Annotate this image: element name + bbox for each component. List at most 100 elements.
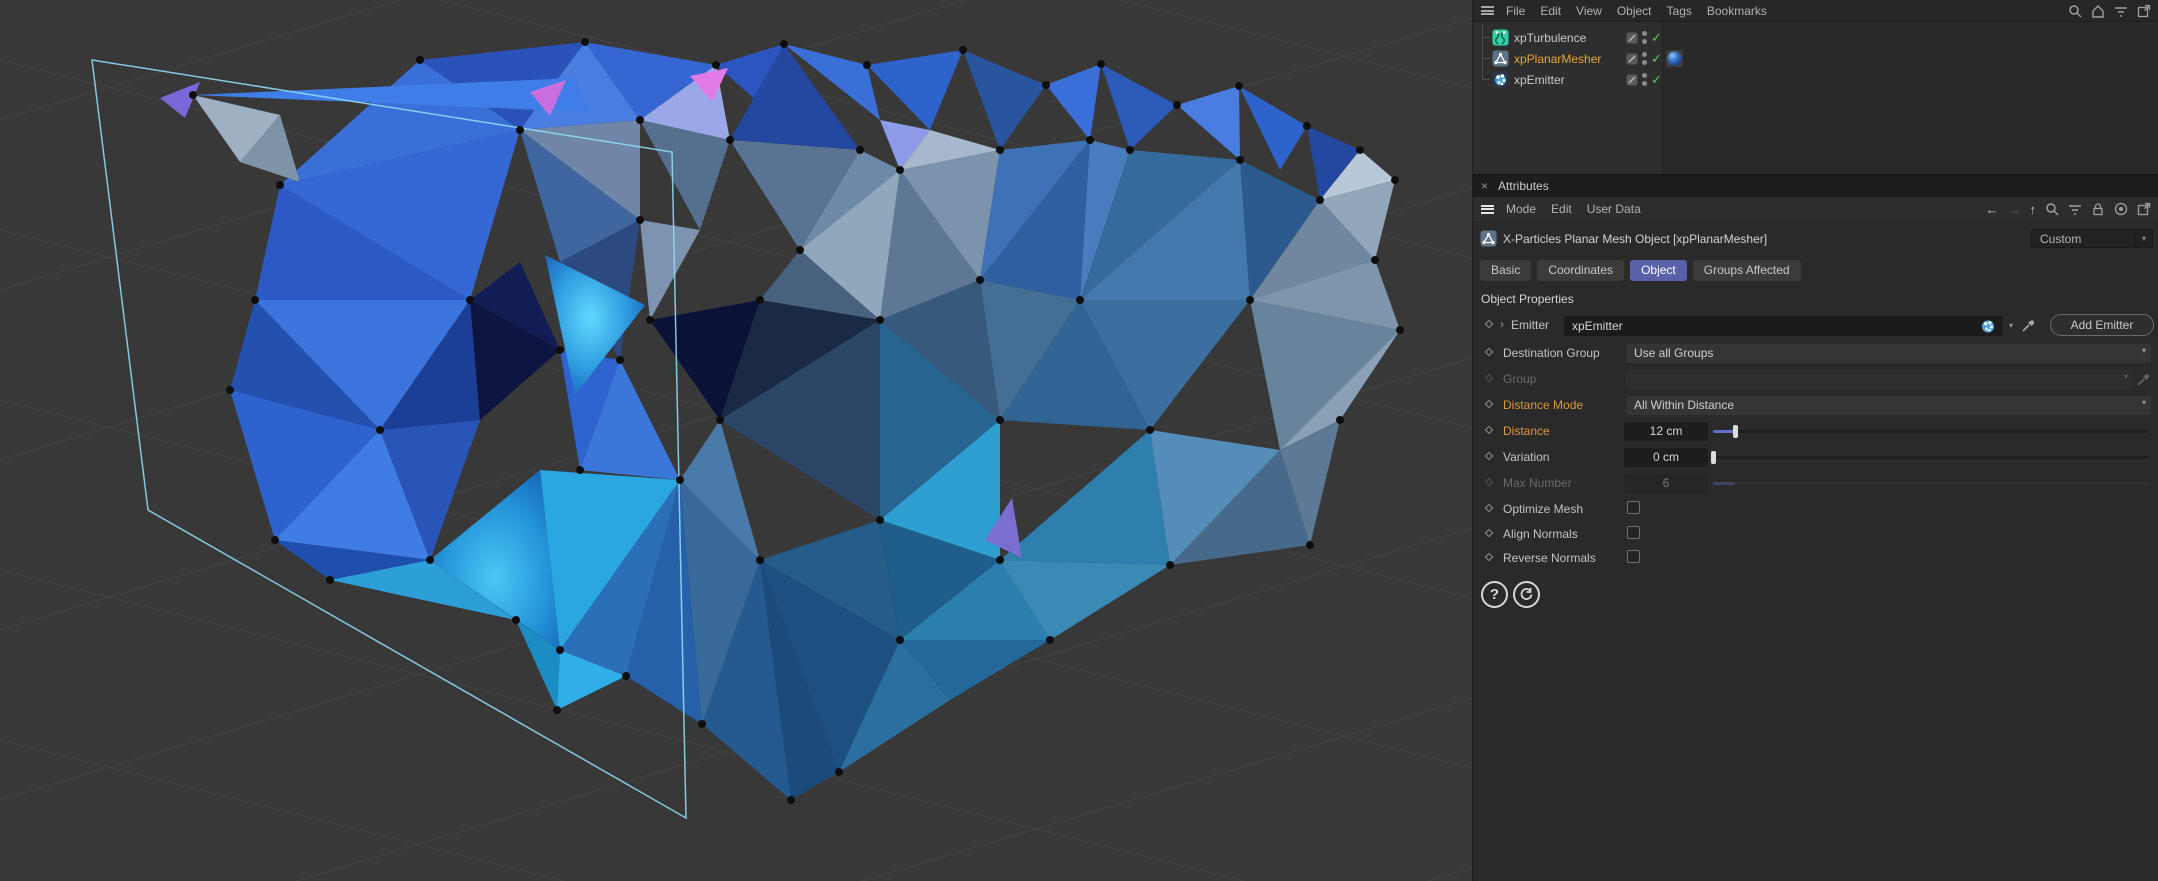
attribute-tabs: Basic Coordinates Object Groups Affected <box>1480 260 2158 282</box>
object-row-xpemitter[interactable]: xpEmitter ✓ <box>1473 69 2158 90</box>
keyframe-diamond[interactable] <box>1484 503 1494 513</box>
caret-down-icon: ▾ <box>2123 372 2128 381</box>
popout-window-icon[interactable] <box>2137 4 2151 18</box>
home-icon[interactable] <box>2091 4 2105 18</box>
variation-slider[interactable] <box>1711 451 2149 464</box>
attributes-menubar: Mode Edit User Data ← → ↑ <box>1473 197 2158 222</box>
slider-handle[interactable] <box>1732 425 1738 438</box>
search-icon[interactable] <box>2045 202 2059 216</box>
max-number-input: 6 <box>1624 474 1708 493</box>
preset-value: Custom <box>2040 232 2082 246</box>
hamburger-menu-icon[interactable] <box>1481 6 1494 15</box>
popout-window-icon[interactable] <box>2137 202 2151 216</box>
tab-coordinates[interactable]: Coordinates <box>1537 260 1625 281</box>
tab-groups-affected[interactable]: Groups Affected <box>1692 260 1801 281</box>
track-target-icon[interactable] <box>2114 202 2128 216</box>
menu-bookmarks[interactable]: Bookmarks <box>1707 4 1767 18</box>
material-tag-icon[interactable] <box>1665 50 1683 67</box>
caret-down-icon[interactable]: ▾ <box>2009 321 2013 330</box>
menu-user-data[interactable]: User Data <box>1587 202 1641 216</box>
keyframe-diamond[interactable] <box>1484 425 1494 435</box>
menu-tags[interactable]: Tags <box>1667 4 1692 18</box>
filter-icon[interactable] <box>2068 202 2082 216</box>
viewport-canvas[interactable] <box>0 0 1472 881</box>
menu-edit[interactable]: Edit <box>1551 202 1572 216</box>
search-icon[interactable] <box>2068 4 2082 18</box>
menu-mode[interactable]: Mode <box>1506 202 1536 216</box>
row-align-normals: Align Normals <box>1473 521 2158 545</box>
row-distance-mode: Distance Mode All Within Distance ▾ <box>1473 392 2158 418</box>
close-icon[interactable]: × <box>1481 179 1488 193</box>
preset-dropdown[interactable]: Custom ▾ <box>2031 229 2153 248</box>
visibility-dots-icon[interactable] <box>1642 73 1647 86</box>
emitter-label: Emitter <box>1511 318 1550 332</box>
row-distance: Distance 12 cm <box>1473 418 2158 444</box>
menu-view[interactable]: View <box>1576 4 1602 18</box>
row-emitter: › Emitter xpEmitter ▾ Add Emitter <box>1473 310 2158 340</box>
enabled-check-icon[interactable]: ✓ <box>1651 31 1662 44</box>
menu-object[interactable]: Object <box>1617 4 1652 18</box>
eyedropper-icon[interactable] <box>2021 318 2036 333</box>
keyframe-diamond[interactable] <box>1484 319 1494 329</box>
particle-mesh <box>160 42 1400 800</box>
object-row-xpplanarmesher[interactable]: xpPlanarMesher ✓ <box>1473 48 2158 69</box>
visibility-dots-icon[interactable] <box>1642 52 1647 65</box>
destination-group-dropdown[interactable]: Use all Groups ▾ <box>1626 344 2151 363</box>
object-manager-list: xpTurbulence ✓ xpPlanarMesher ✓ xpEmitte… <box>1473 22 2158 174</box>
layer-edit-icon[interactable] <box>1626 53 1638 65</box>
eyedropper-icon <box>2137 374 2150 386</box>
layer-edit-icon[interactable] <box>1626 74 1638 86</box>
chevron-right-icon[interactable]: › <box>1500 317 1504 331</box>
emitter-link-field[interactable]: xpEmitter <box>1564 316 2003 336</box>
distance-mode-dropdown[interactable]: All Within Distance ▾ <box>1626 396 2151 415</box>
menu-file[interactable]: File <box>1506 4 1525 18</box>
attributes-titlebar: × Attributes <box>1473 174 2158 197</box>
keyframe-diamond <box>1484 477 1494 487</box>
distance-label: Distance <box>1503 424 1550 438</box>
keyframe-diamond[interactable] <box>1484 451 1494 461</box>
object-row-xpturbulence[interactable]: xpTurbulence ✓ <box>1473 27 2158 48</box>
keyframe-diamond <box>1484 373 1494 383</box>
keyframe-diamond[interactable] <box>1484 347 1494 357</box>
distance-slider[interactable] <box>1713 425 2149 438</box>
keyframe-diamond[interactable] <box>1484 528 1494 538</box>
align-normals-checkbox[interactable] <box>1627 526 1640 539</box>
section-object-properties: Object Properties <box>1481 292 1574 306</box>
reset-button[interactable] <box>1513 581 1540 608</box>
caret-down-icon: ▾ <box>2141 346 2146 355</box>
right-panel: File Edit View Object Tags Bookmarks xpT… <box>1472 0 2158 881</box>
back-arrow-icon[interactable]: ← <box>1986 202 1999 217</box>
xpplanarmesher-icon <box>1492 50 1509 67</box>
add-emitter-button[interactable]: Add Emitter <box>2050 314 2154 336</box>
distance-input[interactable]: 12 cm <box>1624 422 1708 441</box>
3d-viewport[interactable] <box>0 0 1472 881</box>
lock-icon[interactable] <box>2091 202 2105 216</box>
object-name[interactable]: xpEmitter <box>1514 73 1614 87</box>
align-normals-label: Align Normals <box>1503 527 1578 541</box>
tab-basic[interactable]: Basic <box>1480 260 1532 281</box>
optimize-mesh-checkbox[interactable] <box>1627 501 1640 514</box>
reverse-normals-checkbox[interactable] <box>1627 550 1640 563</box>
hamburger-menu-icon[interactable] <box>1481 204 1494 214</box>
up-arrow-icon[interactable]: ↑ <box>2030 202 2037 217</box>
attributes-content: X-Particles Planar Mesh Object [xpPlanar… <box>1473 222 2158 881</box>
enabled-check-icon[interactable]: ✓ <box>1651 73 1662 86</box>
object-name[interactable]: xpPlanarMesher <box>1514 52 1614 66</box>
enabled-check-icon[interactable]: ✓ <box>1651 52 1662 65</box>
tab-object[interactable]: Object <box>1630 260 1687 281</box>
object-name[interactable]: xpTurbulence <box>1514 31 1614 45</box>
variation-input[interactable]: 0 cm <box>1624 448 1708 467</box>
menu-edit[interactable]: Edit <box>1540 4 1561 18</box>
visibility-dots-icon[interactable] <box>1642 31 1647 44</box>
slider-handle[interactable] <box>1711 451 1716 464</box>
distance-mode-label: Distance Mode <box>1503 398 1584 412</box>
keyframe-diamond[interactable] <box>1484 552 1494 562</box>
xpturbulence-icon <box>1492 29 1509 46</box>
destination-group-label: Destination Group <box>1503 346 1600 360</box>
keyframe-diamond[interactable] <box>1484 399 1494 409</box>
forward-arrow-icon[interactable]: → <box>2008 202 2021 217</box>
row-optimize-mesh: Optimize Mesh <box>1473 496 2158 521</box>
filter-icon[interactable] <box>2114 4 2128 18</box>
layer-edit-icon[interactable] <box>1626 32 1638 44</box>
help-button[interactable]: ? <box>1481 581 1508 608</box>
